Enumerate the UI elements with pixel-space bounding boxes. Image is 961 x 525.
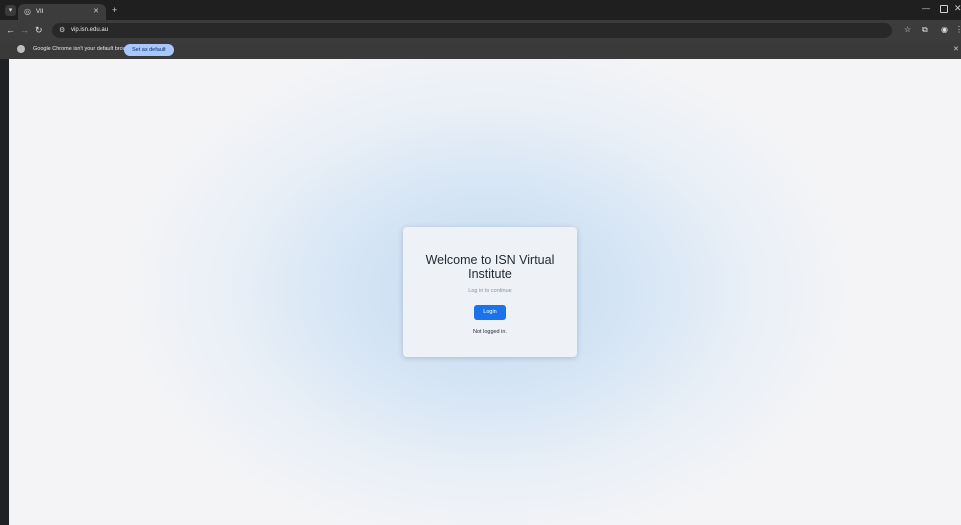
profile-icon[interactable]: ◉ <box>941 25 948 35</box>
star-icon[interactable]: ☆ <box>904 25 911 35</box>
maximize-icon[interactable] <box>940 5 948 13</box>
login-button[interactable]: Login <box>474 305 506 320</box>
forward-arrow-icon[interactable]: → <box>20 25 29 35</box>
infobar-close-icon[interactable]: ✕ <box>953 45 959 53</box>
tab-search-icon[interactable]: ▾ <box>5 5 16 16</box>
tab-title: VII <box>36 9 44 15</box>
set-default-button[interactable]: Set as default <box>124 44 174 56</box>
tab-strip: ▾ ◎ VII ✕ + — ✕ <box>0 0 961 20</box>
browser-tab[interactable]: ◎ VII ✕ <box>18 4 106 20</box>
login-status: Not logged in. <box>473 329 507 335</box>
window-close-icon[interactable]: ✕ <box>954 3 961 14</box>
reload-icon[interactable]: ↻ <box>35 25 43 35</box>
minimize-icon[interactable]: — <box>922 4 930 13</box>
chrome-icon <box>17 45 25 53</box>
page-title: Welcome to ISN Virtual Institute <box>425 253 555 281</box>
url-text[interactable]: vip.isn.edu.au <box>71 25 108 36</box>
window-edge <box>0 59 9 525</box>
close-icon[interactable]: ✕ <box>93 7 99 17</box>
page-viewport: Welcome to ISN Virtual Institute Log in … <box>9 59 961 525</box>
back-arrow-icon[interactable]: ← <box>6 25 15 35</box>
login-card: Welcome to ISN Virtual Institute Log in … <box>403 227 577 357</box>
default-browser-infobar: Google Chrome isn't your default browser… <box>0 41 961 60</box>
site-info-icon[interactable]: ⚙ <box>59 25 65 36</box>
kebab-menu-icon[interactable]: ⋮ <box>955 25 961 35</box>
infobar-message: Google Chrome isn't your default browser <box>33 46 135 52</box>
browser-toolbar: ← → ↻ ⚙ vip.isn.edu.au ☆ ⧉ ◉ ⋮ <box>0 20 961 41</box>
site-favicon-icon: ◎ <box>24 7 31 16</box>
plus-icon[interactable]: + <box>112 5 117 15</box>
puzzle-icon[interactable]: ⧉ <box>922 25 928 35</box>
address-bar[interactable]: ⚙ vip.isn.edu.au <box>52 23 892 38</box>
login-subtitle: Log in to continue <box>468 288 512 294</box>
